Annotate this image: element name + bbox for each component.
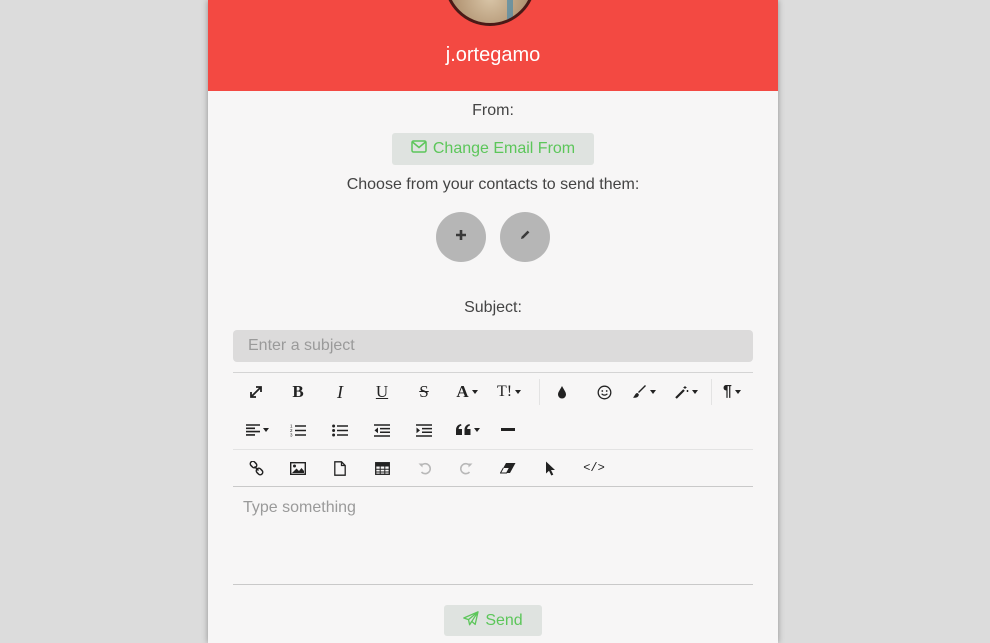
change-email-from-button[interactable]: Change Email From [392,133,594,165]
svg-text:3: 3 [290,433,293,438]
select-pointer-icon[interactable] [537,449,563,487]
envelope-icon [411,140,427,158]
magic-wand-dropdown[interactable] [669,373,703,411]
undo-icon[interactable] [411,449,437,487]
eraser-icon[interactable] [495,449,521,487]
paragraph-dropdown[interactable]: ¶ [717,373,747,411]
send-label: Send [485,611,523,629]
editor-placeholder: Type something [243,499,356,516]
subject-label: Subject: [464,299,522,316]
compose-card: j.ortegamo From: Change Email From Choos… [208,0,778,643]
editor-toolbar: B I U S A T! ¶ 1 2 3 </> [233,372,753,486]
pencil-icon [519,228,531,246]
emoji-icon[interactable] [591,373,617,411]
size-glyph: T! [496,383,513,400]
color-icon[interactable] [549,373,575,411]
paragraph-glyph: ¶ [723,383,732,400]
subject-placeholder: Enter a subject [248,337,355,354]
strikethrough-icon[interactable]: S [411,373,437,411]
unordered-list-icon[interactable] [327,411,353,449]
add-contact-button[interactable] [436,212,486,262]
paper-plane-icon [463,610,479,631]
table-icon[interactable] [369,449,395,487]
paint-brush-dropdown[interactable] [627,373,661,411]
code-view-icon[interactable]: </> [577,449,611,487]
avatar [444,0,536,26]
username: j.ortegamo [445,44,541,66]
toolbar-row-3: </> [233,449,753,487]
underline-icon[interactable]: U [369,373,395,411]
send-button[interactable]: Send [444,605,542,636]
indent-icon[interactable] [411,411,437,449]
ordered-list-icon[interactable]: 123 [285,411,311,449]
font-glyph: A [456,382,469,401]
toolbar-row-1: B I U S A T! ¶ [233,373,753,411]
toolbar-row-2: 123 [233,411,753,450]
align-dropdown[interactable] [241,411,273,449]
subject-input[interactable]: Enter a subject [233,330,753,362]
quote-dropdown[interactable] [451,411,485,449]
file-icon[interactable] [327,449,353,487]
plus-icon [455,228,467,246]
message-editor[interactable]: Type something [233,486,753,585]
link-icon[interactable] [243,449,269,487]
edit-contacts-button[interactable] [500,212,550,262]
outdent-icon[interactable] [369,411,395,449]
fullscreen-icon[interactable] [243,373,269,411]
font-family-dropdown[interactable]: A [451,373,483,411]
from-label: From: [472,102,514,119]
change-email-from-label: Change Email From [432,140,576,157]
redo-icon[interactable] [453,449,479,487]
italic-icon[interactable]: I [327,373,353,411]
image-icon[interactable] [285,449,311,487]
contacts-label: Choose from your contacts to send them: [346,176,640,193]
bold-icon[interactable]: B [285,373,311,411]
font-size-dropdown[interactable]: T! [493,373,525,411]
profile-header: j.ortegamo [208,0,778,91]
horizontal-rule-icon[interactable] [495,411,521,449]
